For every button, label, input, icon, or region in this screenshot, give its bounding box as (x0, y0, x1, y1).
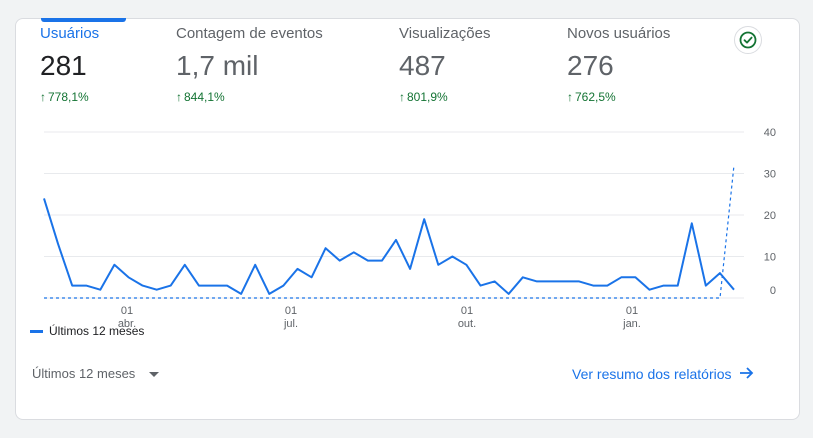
y-tick-label: 0 (770, 285, 776, 297)
date-range-label: Últimos 12 meses (32, 366, 136, 381)
date-range-dropdown[interactable]: Últimos 12 meses (32, 366, 160, 381)
legend-label: Últimos 12 meses (49, 324, 145, 338)
y-tick-label: 40 (764, 127, 776, 139)
x-tick-day: 01 (121, 305, 133, 317)
x-tick-day: 01 (461, 305, 473, 317)
x-tick-day: 01 (626, 305, 638, 317)
legend-swatch (30, 329, 43, 333)
caret-down-icon (149, 366, 160, 381)
x-tick-month: jan. (622, 318, 641, 330)
view-reports-link[interactable]: Ver resumo dos relatórios (572, 366, 754, 382)
x-tick-month: jul. (283, 318, 298, 330)
series-line (43, 198, 735, 295)
view-reports-label: Ver resumo dos relatórios (572, 366, 732, 382)
y-tick-label: 10 (764, 252, 776, 264)
x-tick-day: 01 (285, 305, 297, 317)
chart-legend: Últimos 12 meses (30, 324, 144, 338)
y-tick-label: 20 (764, 210, 776, 222)
x-tick-month: out. (458, 318, 476, 330)
y-tick-label: 30 (764, 169, 776, 181)
arrow-right-icon (739, 366, 754, 382)
